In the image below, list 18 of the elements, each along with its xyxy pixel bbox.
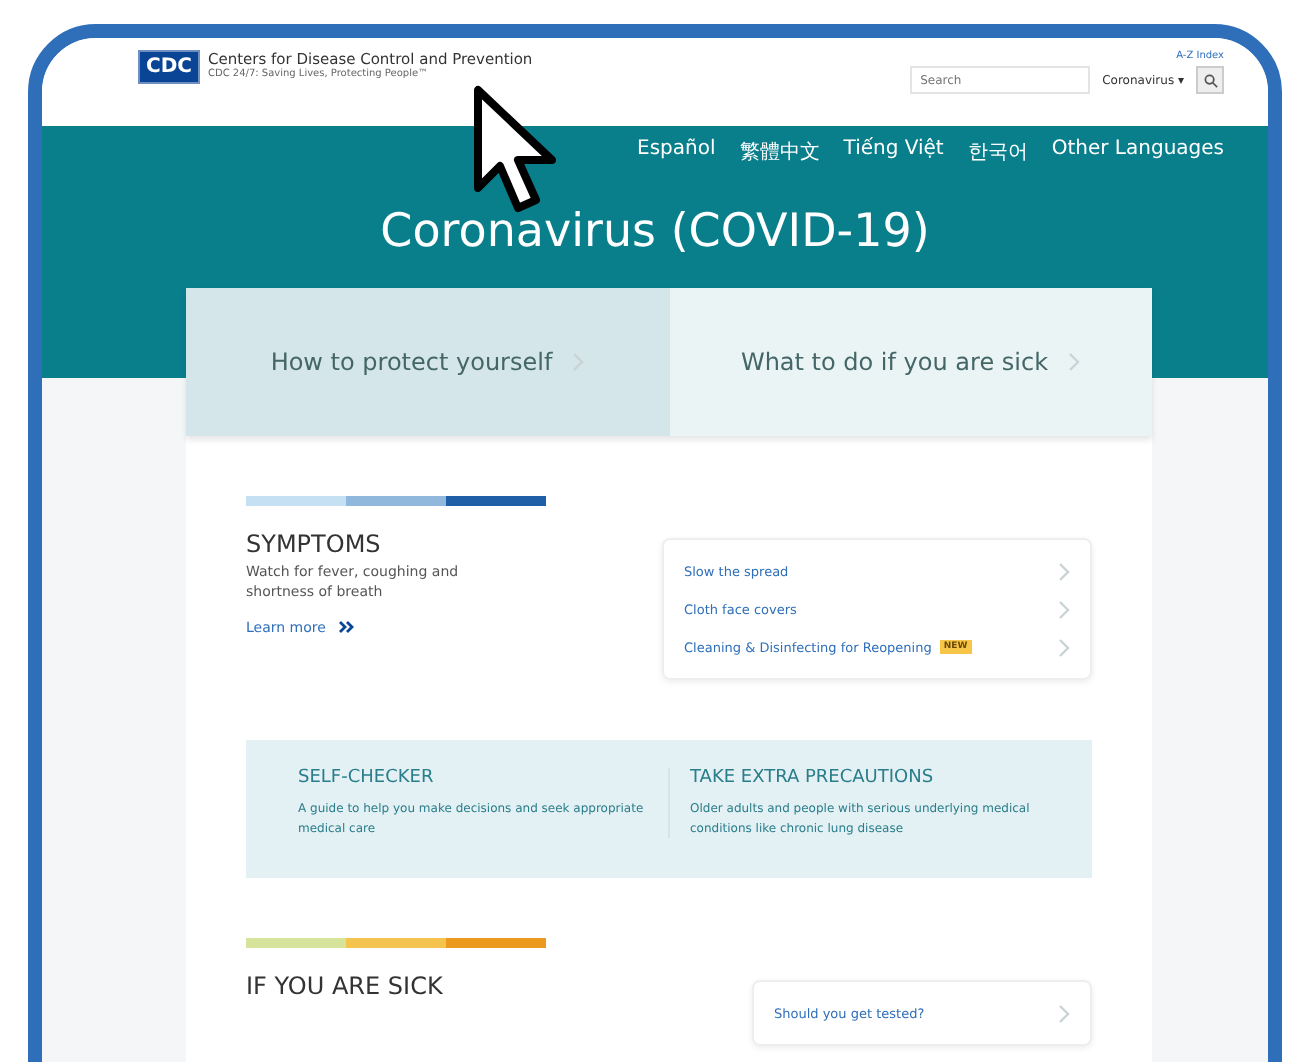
- logo[interactable]: CDC: [138, 50, 200, 84]
- language-link[interactable]: 繁體中文: [739, 138, 820, 166]
- search-icon: [1203, 73, 1217, 87]
- search-button[interactable]: [1196, 66, 1224, 94]
- section-heading: IF YOU ARE SICK: [246, 972, 443, 1005]
- tab[interactable]: How to protect yourself: [186, 288, 669, 436]
- language-link[interactable]: Other Languages: [1051, 138, 1224, 166]
- section-heading: SYMPTOMS: [246, 530, 383, 558]
- double-chevron-icon: [337, 620, 354, 635]
- tab[interactable]: What to do if you are sick: [669, 288, 1152, 436]
- panel-heading[interactable]: SELF-CHECKER: [298, 768, 648, 788]
- panel-heading[interactable]: TAKE EXTRA PRECAUTIONS: [690, 768, 1040, 788]
- page-title: Coronavirus (COVID-19): [378, 206, 932, 258]
- chevron-icon: [1068, 352, 1081, 372]
- chevron-icon: [1058, 1003, 1070, 1024]
- language-link[interactable]: Tiếng Việt: [843, 138, 944, 166]
- language-link[interactable]: 한국어: [967, 138, 1028, 166]
- language-link[interactable]: Español: [637, 138, 716, 166]
